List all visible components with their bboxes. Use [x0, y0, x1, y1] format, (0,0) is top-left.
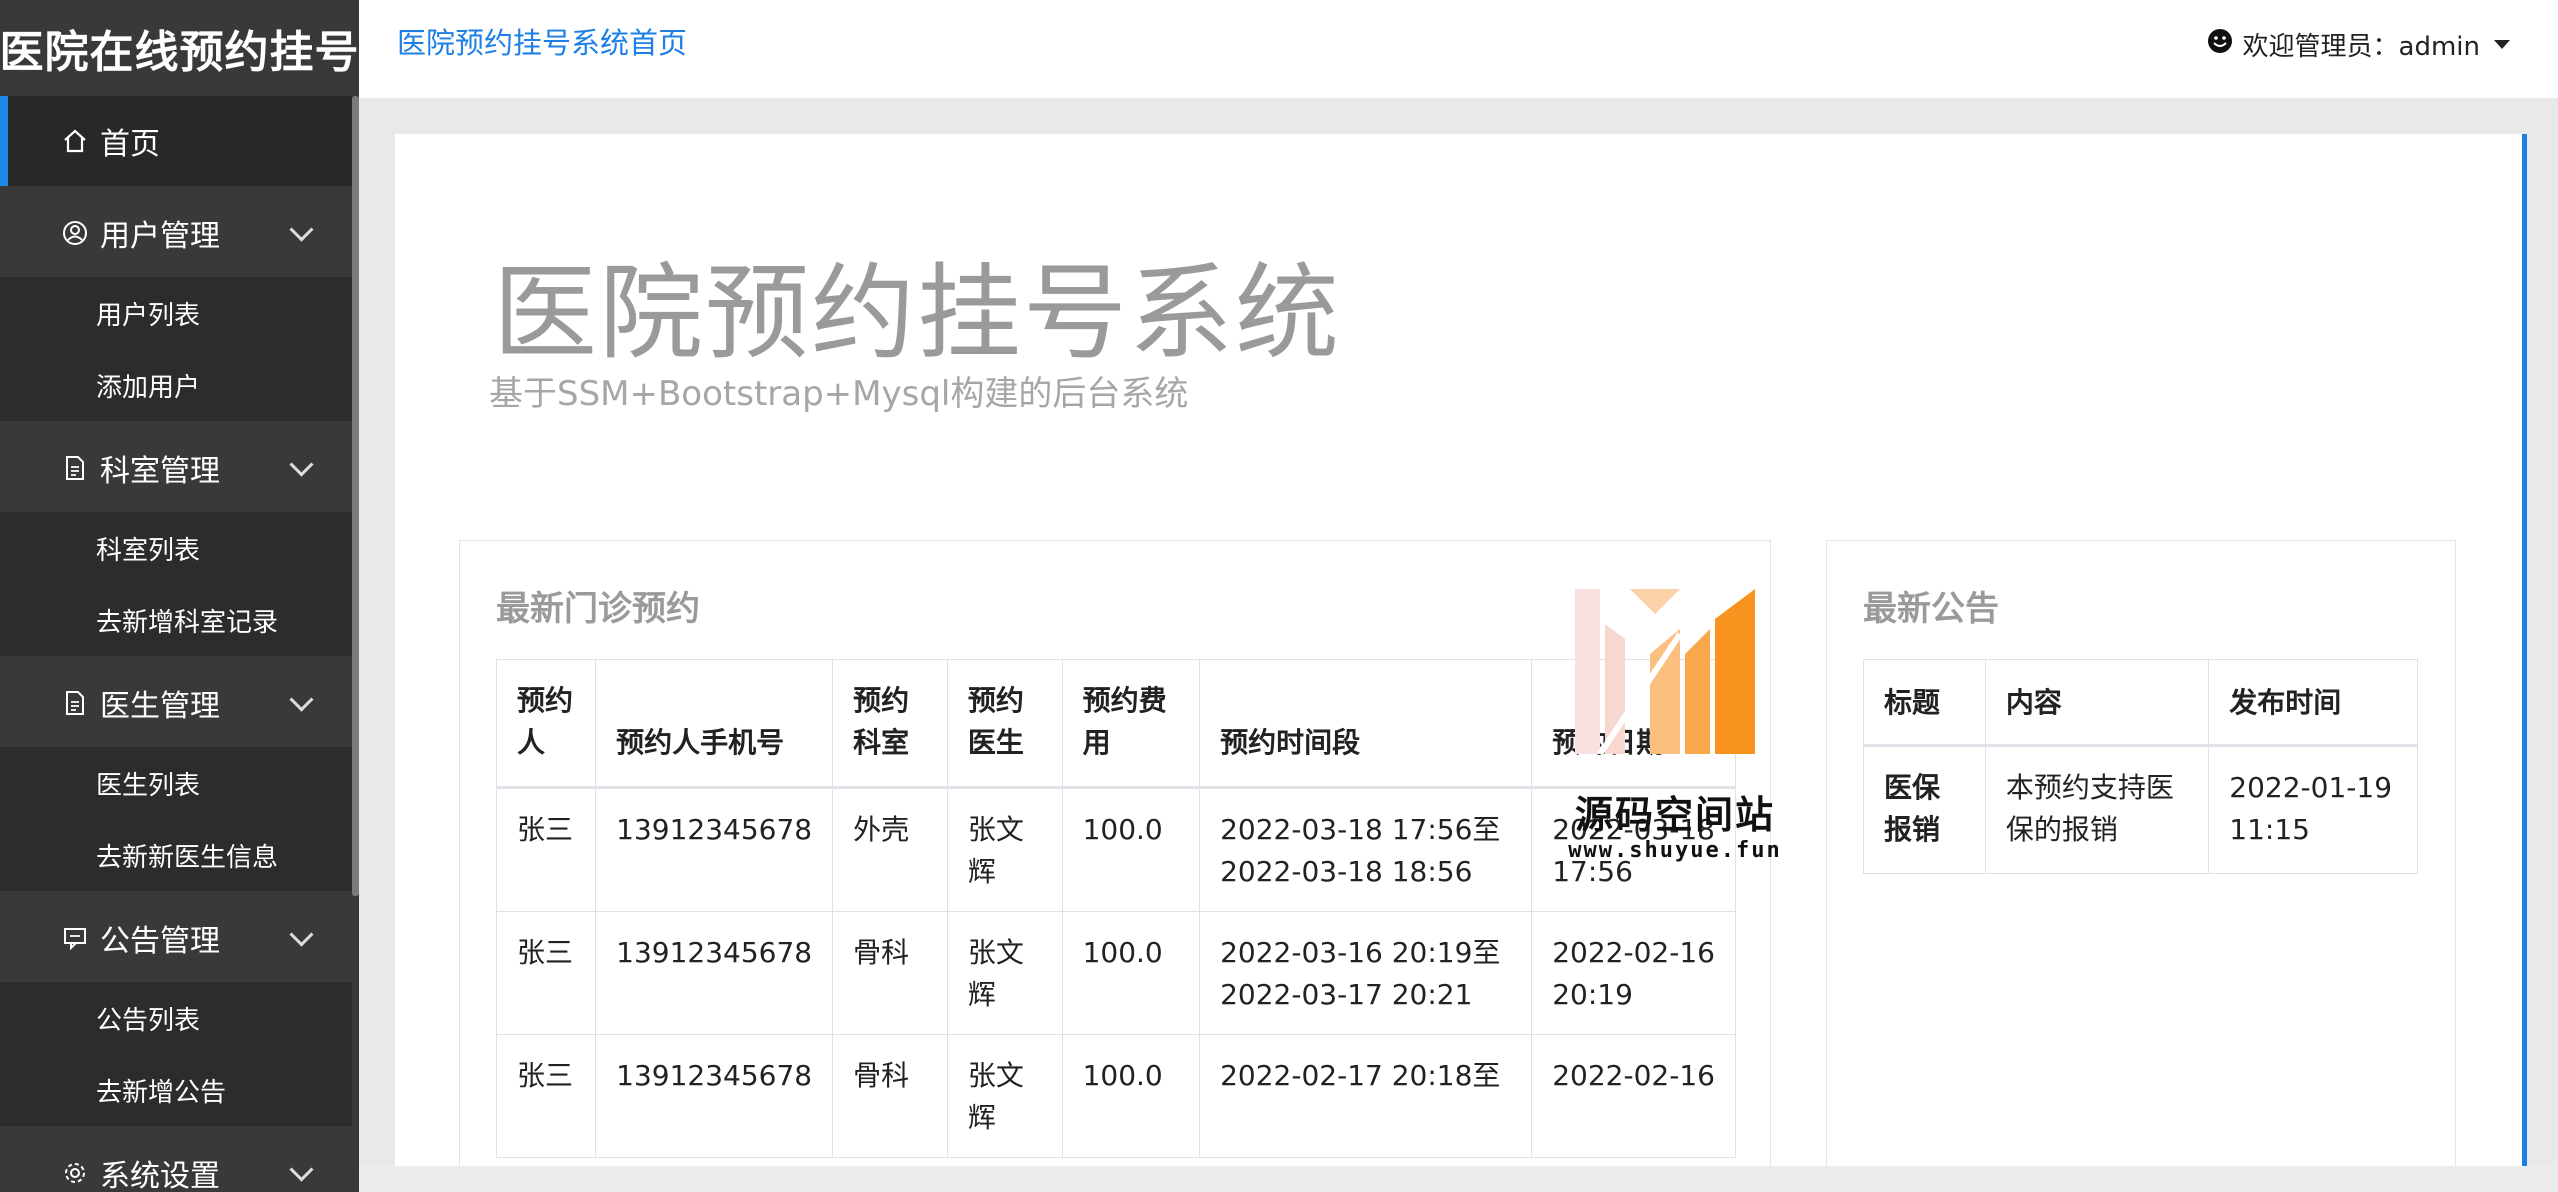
column-header: 预约人手机号 — [595, 659, 834, 789]
chevron-down-icon — [289, 1157, 314, 1182]
sidebar-group-notices[interactable]: 公告管理 — [0, 894, 352, 982]
table-cell: 骨科 — [832, 1034, 948, 1158]
table-cell: 张文辉 — [946, 787, 1063, 912]
appointments-table: 预约人 预约人手机号 预约科室 预约医生 预约费用 预约时间段 预约日期 张三 … — [495, 659, 1736, 1158]
main-panel: 医院预约挂号系统 基于SSM+Bootstrap+Mysql构建的后台系统 最新… — [395, 134, 2527, 1166]
table-cell: 医保报销 — [1863, 745, 1986, 874]
column-header: 内容 — [1984, 659, 2210, 747]
column-header: 预约科室 — [832, 659, 948, 789]
topbar: 医院预约挂号系统首页 欢迎管理员：admin — [359, 0, 2558, 98]
watermark-logo — [1575, 589, 1755, 756]
sidebar-menu: 首页 用户管理 用户列表 添加用户 科室管理 科室列表 去新增科室记录 医生管理… — [0, 96, 352, 1192]
sidebar-item-add-notice[interactable]: 去新增公告 — [0, 1054, 352, 1126]
table-row: 医保报销 本预约支持医保的报销 2022-01-19 11:15 — [1863, 745, 2418, 874]
table-cell: 张三 — [495, 911, 597, 1035]
sidebar-item-doctor-list[interactable]: 医生列表 — [0, 747, 352, 819]
table-cell: 2022-03-18 17:56至2022-03-18 18:56 — [1199, 787, 1533, 912]
sidebar-group-label: 系统设置 — [100, 1159, 220, 1192]
table-cell: 2022-02-16 — [1531, 1034, 1736, 1158]
table-cell: 2022-01-19 11:15 — [2208, 745, 2418, 874]
table-row: 张三 13912345678 外壳 张文辉 100.0 2022-03-18 1… — [495, 787, 1736, 912]
gear-icon — [60, 1158, 90, 1188]
sidebar-item-add-department[interactable]: 去新增科室记录 — [0, 584, 352, 656]
sidebar-group-label: 科室管理 — [100, 454, 220, 489]
document-icon — [60, 453, 90, 483]
sidebar-group-doctors[interactable]: 医生管理 — [0, 659, 352, 747]
sidebar-item-department-list[interactable]: 科室列表 — [0, 512, 352, 584]
table-cell: 100.0 — [1061, 1034, 1201, 1158]
sidebar-group-settings[interactable]: 系统设置 — [0, 1129, 352, 1192]
table-cell: 张三 — [495, 787, 597, 912]
table-cell: 100.0 — [1061, 787, 1201, 912]
brand-title: 医院在线预约挂号 — [0, 0, 359, 96]
table-cell: 骨科 — [832, 911, 948, 1035]
submenu-doctors: 医生列表 去新新医生信息 — [0, 747, 352, 891]
table-header-row: 预约人 预约人手机号 预约科室 预约医生 预约费用 预约时间段 预约日期 — [495, 659, 1736, 789]
column-header: 标题 — [1863, 659, 1986, 747]
sidebar-scrollbar[interactable] — [352, 96, 359, 896]
table-cell: 2022-02-17 20:18至 — [1199, 1034, 1533, 1158]
table-header-row: 标题 内容 发布时间 — [1863, 659, 2418, 747]
column-header: 发布时间 — [2208, 659, 2418, 747]
sidebar-item-add-user[interactable]: 添加用户 — [0, 349, 352, 421]
table-cell: 2022-02-16 20:19 — [1531, 911, 1736, 1035]
hero-title: 医院预约挂号系统 — [493, 252, 1342, 374]
sidebar: 医院在线预约挂号 首页 用户管理 用户列表 添加用户 科室管理 科室列表 去新增… — [0, 0, 359, 1192]
notices-table: 标题 内容 发布时间 医保报销 本预约支持医保的报销 2022-01-19 11… — [1863, 659, 2418, 874]
notices-title: 最新公告 — [1863, 589, 1999, 629]
sidebar-group-label: 公告管理 — [100, 924, 220, 959]
notices-card: 最新公告 标题 内容 发布时间 医保报销 本预约支持医保的报销 2022-01-… — [1826, 540, 2456, 1166]
submenu-users: 用户列表 添加用户 — [0, 277, 352, 421]
table-cell: 2022-03-16 20:19至2022-03-17 20:21 — [1199, 911, 1533, 1035]
hero-subtitle: 基于SSM+Bootstrap+Mysql构建的后台系统 — [489, 374, 1189, 414]
watermark: 源码空间站 www.shuyue.fun — [1555, 584, 1795, 874]
column-header: 预约人 — [495, 659, 597, 789]
watermark-name: 源码空间站 — [1574, 793, 1775, 837]
chevron-down-icon — [289, 687, 314, 712]
table-cell: 13912345678 — [595, 787, 834, 912]
home-link[interactable]: 医院预约挂号系统首页 — [397, 20, 687, 62]
sidebar-item-home[interactable]: 首页 — [0, 96, 352, 186]
smiley-icon — [2207, 28, 2233, 61]
table-row: 张三 13912345678 骨科 张文辉 100.0 2022-03-16 2… — [495, 911, 1736, 1035]
table-cell: 13912345678 — [595, 1034, 834, 1158]
user-menu-label: 欢迎管理员：admin — [2242, 32, 2480, 62]
chevron-down-icon — [289, 217, 314, 242]
sidebar-group-departments[interactable]: 科室管理 — [0, 424, 352, 512]
document-icon — [60, 688, 90, 718]
submenu-departments: 科室列表 去新增科室记录 — [0, 512, 352, 656]
sidebar-item-add-doctor[interactable]: 去新新医生信息 — [0, 819, 352, 891]
watermark-url: www.shuyue.fun — [1568, 838, 1782, 863]
appointments-title: 最新门诊预约 — [496, 589, 700, 629]
sidebar-group-label: 医生管理 — [100, 689, 220, 724]
sidebar-item-notice-list[interactable]: 公告列表 — [0, 982, 352, 1054]
bottom-scroll-edge — [359, 1166, 2558, 1192]
announcement-icon — [60, 923, 90, 953]
caret-down-icon — [2494, 40, 2510, 49]
table-cell: 张文辉 — [946, 1034, 1063, 1158]
table-cell: 本预约支持医保的报销 — [1984, 745, 2210, 874]
chevron-down-icon — [289, 922, 314, 947]
table-cell: 外壳 — [832, 787, 948, 912]
home-icon — [60, 126, 90, 156]
submenu-notices: 公告列表 去新增公告 — [0, 982, 352, 1126]
sidebar-item-user-list[interactable]: 用户列表 — [0, 277, 352, 349]
table-row: 张三 13912345678 骨科 张文辉 100.0 2022-02-17 2… — [495, 1034, 1736, 1158]
column-header: 预约时间段 — [1199, 659, 1533, 789]
sidebar-group-label: 用户管理 — [100, 219, 220, 254]
table-cell: 张文辉 — [946, 911, 1063, 1035]
sidebar-item-label: 首页 — [100, 127, 160, 162]
sidebar-group-users[interactable]: 用户管理 — [0, 189, 352, 277]
table-cell: 13912345678 — [595, 911, 834, 1035]
column-header: 预约费用 — [1061, 659, 1201, 789]
chevron-down-icon — [289, 452, 314, 477]
table-cell: 张三 — [495, 1034, 597, 1158]
column-header: 预约医生 — [946, 659, 1063, 789]
table-cell: 100.0 — [1061, 911, 1201, 1035]
user-circle-icon — [60, 218, 90, 248]
user-menu-dropdown[interactable]: 欢迎管理员：admin — [2207, 26, 2510, 63]
